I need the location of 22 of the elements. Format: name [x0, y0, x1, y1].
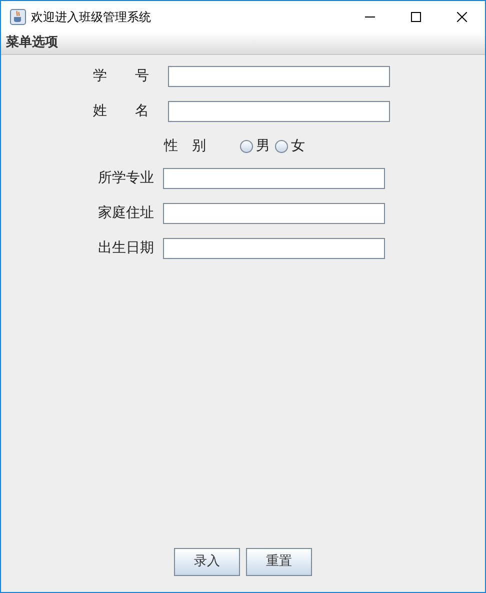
close-icon [457, 12, 467, 22]
radio-button[interactable] [275, 140, 288, 153]
coffee-cup-icon [10, 8, 26, 24]
text-field[interactable] [163, 238, 385, 259]
text-field[interactable] [168, 66, 390, 87]
field-label: 家庭住址 [98, 204, 155, 223]
field-label: 所学专业 [98, 169, 155, 188]
window-title: 欢迎进入班级管理系统 [31, 8, 151, 26]
gender-label: 性 别 [164, 137, 207, 156]
field-label: 姓 名 [93, 102, 150, 121]
form-button[interactable]: 重置 [246, 548, 312, 576]
form-button[interactable]: 录入 [174, 548, 240, 576]
field-label: 学 号 [93, 67, 150, 86]
text-field[interactable] [163, 168, 385, 189]
text-field[interactable] [163, 203, 385, 224]
text-field[interactable] [168, 101, 390, 122]
radio-label: 女 [291, 137, 305, 156]
menu-item[interactable]: 菜单选项 [6, 33, 58, 53]
radio-label: 男 [256, 137, 270, 156]
radio-button[interactable] [240, 140, 253, 153]
field-label: 出生日期 [98, 239, 155, 258]
maximize-icon [411, 12, 421, 22]
